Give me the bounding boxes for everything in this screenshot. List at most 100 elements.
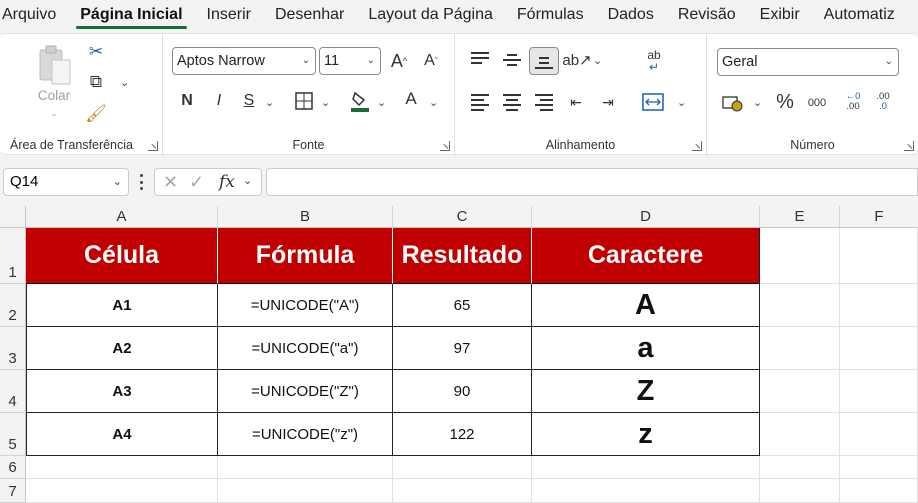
cell-e1[interactable]	[760, 228, 840, 284]
wrap-text-icon[interactable]: ab ↵	[641, 48, 667, 74]
font-name-select[interactable]: Aptos Narrow ⌄	[172, 47, 316, 75]
merge-chevron-icon[interactable]: ⌄	[677, 96, 686, 109]
cut-icon[interactable]: ✂	[86, 42, 106, 62]
fx-chevron-icon[interactable]: ⌄	[243, 174, 252, 187]
shrink-font-button[interactable]: Aˇ	[419, 50, 443, 72]
number-launcher-icon[interactable]	[904, 141, 914, 151]
enter-icon[interactable]: ✓	[189, 172, 204, 193]
align-top-icon[interactable]	[471, 52, 489, 66]
cell-f3[interactable]	[840, 327, 918, 370]
cell-c6[interactable]	[393, 456, 532, 479]
align-left-icon[interactable]	[471, 94, 489, 111]
row-header-3[interactable]: 3	[0, 327, 26, 370]
tab-formulas[interactable]: Fórmulas	[505, 0, 596, 30]
font-launcher-icon[interactable]	[440, 141, 450, 151]
insert-function-button[interactable]: fx	[219, 172, 235, 192]
table-row-2-caractere[interactable]: a	[532, 327, 760, 370]
header-cell-resultado[interactable]: Resultado	[393, 228, 532, 284]
tab-inserir[interactable]: Inserir	[195, 0, 263, 30]
table-row-3-formula[interactable]: =UNICODE("Z")	[218, 370, 393, 413]
row-header-1[interactable]: 1	[0, 228, 26, 284]
row-header-4[interactable]: 4	[0, 370, 26, 413]
align-center-icon[interactable]	[503, 94, 521, 111]
column-header-f[interactable]: F	[840, 206, 918, 228]
more-options-icon[interactable]	[138, 174, 144, 190]
cell-d7[interactable]	[532, 479, 760, 503]
decrease-decimal-button[interactable]: .00.0	[871, 88, 895, 116]
table-row-1-resultado[interactable]: 65	[393, 284, 532, 327]
percent-button[interactable]: %	[773, 90, 797, 114]
font-color-button[interactable]: A	[401, 88, 421, 110]
format-painter-icon[interactable]: 🖌	[85, 104, 107, 124]
copy-icon[interactable]: ⧉	[86, 72, 106, 92]
borders-chevron-icon[interactable]: ⌄	[321, 96, 330, 109]
cell-e4[interactable]	[760, 370, 840, 413]
table-row-4-formula[interactable]: =UNICODE("z")	[218, 413, 393, 456]
thousands-button[interactable]: 000	[803, 92, 831, 114]
borders-icon[interactable]	[293, 90, 315, 112]
row-header-5[interactable]: 5	[0, 413, 26, 456]
tab-dados[interactable]: Dados	[596, 0, 666, 30]
underline-button[interactable]: S	[239, 90, 259, 112]
cell-f2[interactable]	[840, 284, 918, 327]
table-row-3-caractere[interactable]: Z	[532, 370, 760, 413]
accounting-chevron-icon[interactable]: ⌄	[753, 96, 762, 109]
table-row-2-formula[interactable]: =UNICODE("a")	[218, 327, 393, 370]
align-middle-icon[interactable]	[503, 54, 521, 68]
fill-color-icon[interactable]	[349, 88, 371, 114]
cell-f1[interactable]	[840, 228, 918, 284]
cell-a7[interactable]	[26, 479, 218, 503]
header-cell-caractere[interactable]: Caractere	[532, 228, 760, 284]
cell-b7[interactable]	[218, 479, 393, 503]
underline-chevron-icon[interactable]: ⌄	[265, 96, 274, 109]
row-header-2[interactable]: 2	[0, 284, 26, 327]
cell-f4[interactable]	[840, 370, 918, 413]
column-header-b[interactable]: B	[218, 206, 393, 228]
row-header-6[interactable]: 6	[0, 456, 26, 479]
increase-decimal-button[interactable]: ←0.00	[841, 88, 865, 116]
tab-arquivo[interactable]: Arquivo	[0, 0, 68, 30]
column-header-d[interactable]: D	[532, 206, 760, 228]
tab-layout-da-pagina[interactable]: Layout da Página	[356, 0, 505, 30]
cancel-icon[interactable]: ✕	[163, 172, 178, 193]
alignment-launcher-icon[interactable]	[692, 141, 702, 151]
accounting-format-icon[interactable]	[721, 92, 745, 114]
decrease-indent-icon[interactable]: ⇤	[565, 92, 587, 112]
table-row-2-resultado[interactable]: 97	[393, 327, 532, 370]
header-cell-formula[interactable]: Fórmula	[218, 228, 393, 284]
column-header-e[interactable]: E	[760, 206, 840, 228]
table-row-1-celula[interactable]: A1	[26, 284, 218, 327]
cell-f7[interactable]	[840, 479, 918, 503]
formula-input[interactable]	[266, 168, 918, 196]
italic-button[interactable]: I	[209, 90, 229, 112]
table-row-3-resultado[interactable]: 90	[393, 370, 532, 413]
name-box[interactable]: Q14 ⌄	[3, 168, 129, 196]
increase-indent-icon[interactable]: ⇥	[597, 92, 619, 112]
bold-button[interactable]: N	[177, 90, 197, 112]
font-color-chevron-icon[interactable]: ⌄	[429, 96, 438, 109]
align-bottom-button[interactable]	[529, 47, 559, 75]
orientation-icon[interactable]: ab↗	[562, 48, 591, 72]
font-size-select[interactable]: 11 ⌄	[319, 47, 381, 75]
tab-desenhar[interactable]: Desenhar	[263, 0, 356, 30]
table-row-3-celula[interactable]: A3	[26, 370, 218, 413]
cell-c7[interactable]	[393, 479, 532, 503]
tab-revisao[interactable]: Revisão	[666, 0, 748, 30]
table-row-1-caractere[interactable]: A	[532, 284, 760, 327]
table-row-1-formula[interactable]: =UNICODE("A")	[218, 284, 393, 327]
paste-button[interactable]: Colar ⌄	[34, 42, 78, 120]
row-header-7[interactable]: 7	[0, 479, 26, 503]
cell-d6[interactable]	[532, 456, 760, 479]
cell-e5[interactable]	[760, 413, 840, 456]
align-right-icon[interactable]	[535, 94, 553, 111]
tab-exibir[interactable]: Exibir	[748, 0, 812, 30]
clipboard-launcher-icon[interactable]	[148, 141, 158, 151]
table-row-2-celula[interactable]: A2	[26, 327, 218, 370]
select-all-corner[interactable]	[0, 206, 26, 228]
cell-f6[interactable]	[840, 456, 918, 479]
column-header-a[interactable]: A	[26, 206, 218, 228]
grow-font-button[interactable]: A ^	[387, 50, 411, 72]
cell-e2[interactable]	[760, 284, 840, 327]
table-row-4-celula[interactable]: A4	[26, 413, 218, 456]
cell-e7[interactable]	[760, 479, 840, 503]
